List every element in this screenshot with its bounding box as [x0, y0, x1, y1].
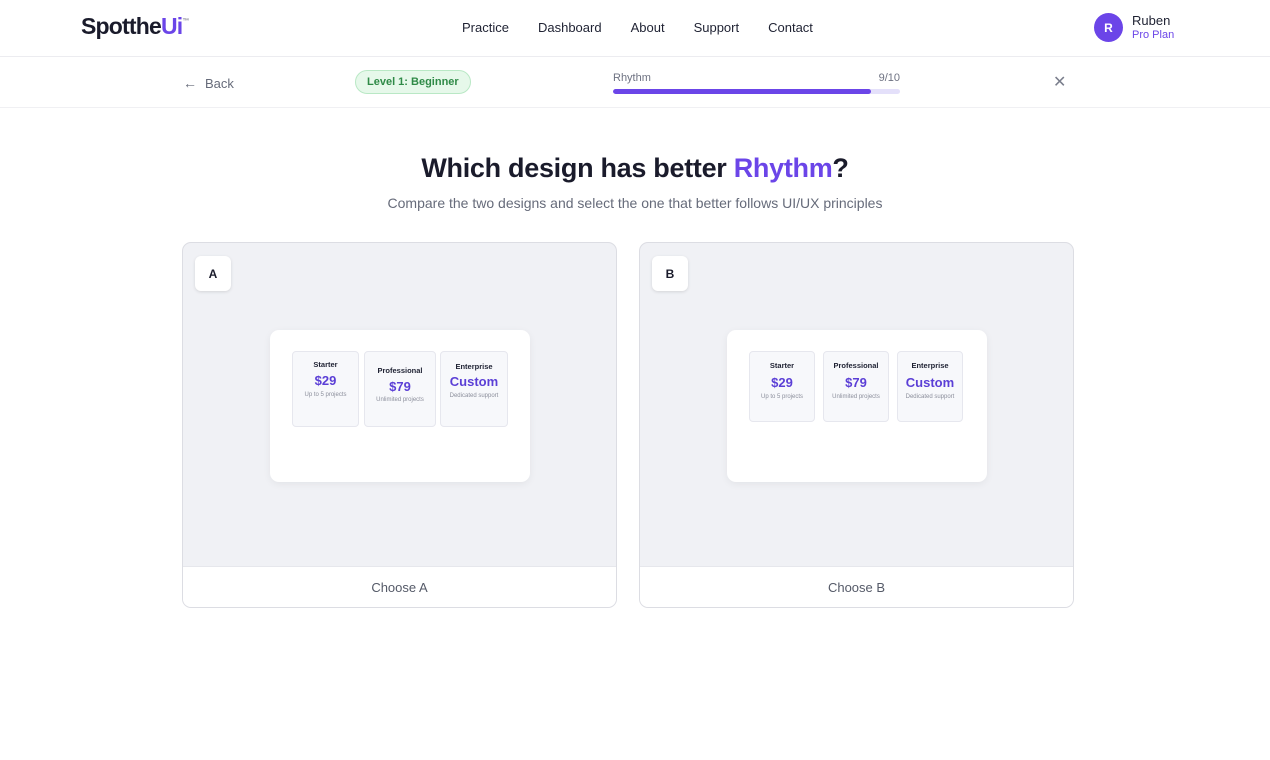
plan-desc: Dedicated support — [905, 394, 955, 400]
plan-card: Enterprise Custom Dedicated support — [897, 351, 963, 422]
plan-name: Enterprise — [911, 361, 949, 370]
choose-b-button[interactable]: Choose B — [640, 566, 1073, 607]
option-b-card[interactable]: B Starter $29 Up to 5 projects Professio… — [639, 242, 1074, 608]
progress-track — [613, 89, 900, 94]
logo-text: Spotthe — [81, 13, 162, 39]
plan-card: Enterprise Custom Dedicated support — [440, 351, 508, 427]
option-a-badge: A — [195, 256, 231, 291]
nav-dashboard[interactable]: Dashboard — [538, 20, 602, 35]
plan-name: Starter — [313, 360, 338, 369]
plan-price: $29 — [771, 375, 793, 390]
plan-card: Professional $79 Unlimited projects — [364, 351, 436, 427]
plan-price: $29 — [314, 373, 337, 388]
plan-name: Enterprise — [455, 362, 493, 371]
plan-card: Starter $29 Up to 5 projects — [749, 351, 815, 422]
quiz-toolbar: ← Back Level 1: Beginner Rhythm 9/10 ✕ — [0, 57, 1270, 108]
close-icon[interactable]: ✕ — [1053, 72, 1066, 92]
logo[interactable]: SpottheUi™ — [81, 13, 189, 40]
user-plan: Pro Plan — [1132, 28, 1175, 41]
progress-labels: Rhythm 9/10 — [613, 72, 900, 84]
nav-about[interactable]: About — [631, 20, 665, 35]
title-accent: Rhythm — [733, 153, 833, 183]
plan-name: Professional — [377, 366, 423, 375]
title-suffix: ? — [832, 153, 849, 183]
nav-practice[interactable]: Practice — [462, 20, 509, 35]
avatar[interactable]: R — [1094, 13, 1123, 42]
progress-count: 9/10 — [878, 72, 900, 84]
plan-card: Professional $79 Unlimited projects — [823, 351, 889, 422]
progress: Rhythm 9/10 — [613, 72, 900, 94]
arrow-left-icon: ← — [183, 75, 197, 91]
plan-name: Professional — [833, 361, 879, 370]
plan-price: Custom — [905, 375, 955, 390]
page-subtitle: Compare the two designs and select the o… — [387, 195, 883, 211]
title-prefix: Which design has better — [421, 153, 734, 183]
plan-price: $79 — [845, 375, 867, 390]
top-header: SpottheUi™ Practice Dashboard About Supp… — [0, 0, 1270, 57]
logo-trademark: ™ — [182, 18, 189, 26]
logo-accent: Ui — [161, 13, 183, 39]
user-name: Ruben — [1132, 12, 1171, 28]
page-title: Which design has better Rhythm? — [0, 153, 1270, 184]
progress-fill — [613, 89, 872, 94]
level-badge: Level 1: Beginner — [355, 70, 471, 94]
plan-desc: Dedicated support — [449, 393, 499, 399]
user-info: Ruben Pro Plan — [1132, 12, 1175, 42]
nav-support[interactable]: Support — [694, 20, 740, 35]
plan-desc: Unlimited projects — [376, 397, 424, 403]
nav-contact[interactable]: Contact — [768, 20, 813, 35]
plan-card: Starter $29 Up to 5 projects — [292, 351, 359, 427]
plan-name: Starter — [769, 361, 795, 370]
user-menu[interactable]: R Ruben Pro Plan — [1094, 13, 1174, 42]
back-label: Back — [205, 75, 234, 91]
plan-desc: Up to 5 projects — [760, 394, 804, 400]
plan-desc: Unlimited projects — [832, 394, 880, 400]
plan-price: Custom — [449, 374, 499, 389]
option-a-card[interactable]: A Starter $29 Up to 5 projects Professio… — [182, 242, 617, 608]
main-nav: Practice Dashboard About Support Contact — [462, 20, 842, 35]
option-b-preview: Starter $29 Up to 5 projects Professiona… — [727, 330, 987, 482]
progress-label: Rhythm — [613, 72, 651, 84]
choose-a-button[interactable]: Choose A — [183, 566, 616, 607]
plan-desc: Up to 5 projects — [304, 392, 347, 398]
option-a-preview: Starter $29 Up to 5 projects Professiona… — [270, 330, 530, 482]
option-b-badge: B — [652, 256, 688, 291]
back-button[interactable]: ← Back — [183, 75, 234, 91]
plan-price: $79 — [389, 379, 411, 394]
